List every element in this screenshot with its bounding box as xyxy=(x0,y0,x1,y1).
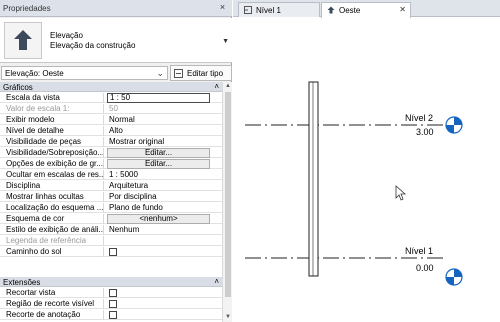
crop-view-checkbox[interactable] xyxy=(109,289,117,297)
elevation-marker-icon xyxy=(4,22,42,59)
color-scheme-button[interactable]: <nenhum> xyxy=(107,214,210,224)
property-name: Opções de exibição de gr... xyxy=(0,159,104,169)
vg-overrides-edit-button[interactable]: Editar... xyxy=(107,148,210,158)
property-name: Visibilidade/Sobreposição... xyxy=(0,148,104,158)
section-graphics[interactable]: Gráficos ˄ xyxy=(0,82,222,92)
property-row[interactable]: Esquema de cor <nenhum> xyxy=(0,214,222,224)
property-name: Visibilidade de peças xyxy=(0,137,104,147)
level-2-head-icon[interactable] xyxy=(445,116,463,134)
properties-title: Propriedades xyxy=(3,4,51,13)
tab-oeste[interactable]: Oeste ✕ xyxy=(321,2,411,18)
collapse-icon[interactable]: ˄ xyxy=(214,82,219,91)
crop-region-visible-checkbox[interactable] xyxy=(109,300,117,308)
edit-type-button[interactable]: Editar tipo xyxy=(170,65,232,81)
close-icon[interactable]: × xyxy=(217,2,228,13)
edit-type-icon xyxy=(174,69,183,78)
floor-plan-icon xyxy=(244,6,252,14)
type-name: Elevação da construção xyxy=(50,41,136,50)
section-extents[interactable]: Extensões ˄ xyxy=(0,277,222,287)
property-row[interactable]: Estilo de exibição de análi... Nenhum xyxy=(0,225,222,235)
property-row[interactable]: Visibilidade/Sobreposição... Editar... xyxy=(0,148,222,158)
property-name: Estilo de exibição de análi... xyxy=(0,225,104,235)
level-1-head-icon[interactable] xyxy=(445,268,463,286)
property-value[interactable]: Normal xyxy=(107,115,222,125)
property-name: Região de recorte visível xyxy=(0,299,104,309)
property-row[interactable]: Região de recorte visível xyxy=(0,299,222,309)
property-row: Valor de escala 1: 50 xyxy=(0,104,222,114)
tab-level-1[interactable]: Nível 1 xyxy=(238,2,320,17)
property-name: Recorte de anotação xyxy=(0,310,104,320)
level-1-elevation[interactable]: 0.00 xyxy=(416,263,434,273)
properties-palette: Propriedades × Elevação Elevação da cons… xyxy=(0,0,232,322)
elevation-view-icon xyxy=(327,6,335,14)
property-row[interactable]: Exibir modelo Normal xyxy=(0,115,222,125)
property-value[interactable]: Arquitetura xyxy=(107,181,222,191)
property-name: Valor de escala 1: xyxy=(0,104,104,114)
type-selector[interactable]: Elevação Elevação da construção ▼ xyxy=(0,18,232,63)
type-family: Elevação xyxy=(50,31,83,40)
property-row[interactable]: Recorte de anotação xyxy=(0,310,222,320)
annotation-crop-checkbox[interactable] xyxy=(109,311,117,319)
property-value[interactable]: 1 : 5000 xyxy=(107,170,222,180)
property-row[interactable]: Recortar vista xyxy=(0,288,222,298)
elevation-view-canvas[interactable]: Nível 2 3.00 Nível 1 0.00 xyxy=(233,18,500,322)
chevron-down-icon: ⌄ xyxy=(156,68,164,78)
property-name: Legenda de referência xyxy=(0,236,104,246)
type-dropdown-icon[interactable]: ▼ xyxy=(222,38,229,45)
property-name: Exibir modelo xyxy=(0,115,104,125)
property-name: Esquema de cor xyxy=(0,214,104,224)
scroll-down-icon[interactable]: ▼ xyxy=(225,314,231,320)
properties-grid: Gráficos ˄ Escala da vista 1 : 50 Valor … xyxy=(0,82,222,322)
property-value xyxy=(107,236,222,246)
level-1-name[interactable]: Nível 1 xyxy=(405,246,433,256)
level-2-name[interactable]: Nível 2 xyxy=(405,113,433,123)
property-row: Legenda de referência xyxy=(0,236,222,246)
property-name: Ocultar em escalas de res... xyxy=(0,170,104,180)
close-tab-icon[interactable]: ✕ xyxy=(399,5,406,14)
view-scale-field[interactable]: 1 : 50 xyxy=(107,93,210,103)
property-name: Mostrar linhas ocultas xyxy=(0,192,104,202)
property-name: Recortar vista xyxy=(0,288,104,298)
view-tab-bar: Nível 1 Oeste ✕ xyxy=(233,0,500,18)
properties-scrollbar[interactable]: ▲ ▼ xyxy=(222,82,232,322)
section-label: Extensões xyxy=(3,278,41,287)
property-row[interactable]: Localização do esquema ... Plano de fund… xyxy=(0,203,222,213)
property-row[interactable]: Visibilidade de peças Mostrar original xyxy=(0,137,222,147)
property-row[interactable]: Opções de exibição de gr... Editar... xyxy=(0,159,222,169)
sun-path-checkbox[interactable] xyxy=(109,248,117,256)
tab-label: Oeste xyxy=(339,6,361,15)
level-2-elevation[interactable]: 3.00 xyxy=(416,127,434,137)
properties-title-bar[interactable]: Propriedades × xyxy=(0,0,232,17)
property-name: Nível de detalhe xyxy=(0,126,104,136)
tab-label: Nível 1 xyxy=(256,6,281,15)
instance-filter-label: Elevação: Oeste xyxy=(5,69,64,78)
property-name: Disciplina xyxy=(0,181,104,191)
edit-type-label: Editar tipo xyxy=(187,69,224,78)
property-name: Escala da vista xyxy=(0,93,104,103)
property-name: Caminho do sol xyxy=(0,247,104,257)
property-row[interactable]: Escala da vista 1 : 50 xyxy=(0,93,222,103)
collapse-icon[interactable]: ˄ xyxy=(214,277,219,286)
scroll-up-icon[interactable]: ▲ xyxy=(225,83,231,89)
property-row[interactable]: Caminho do sol xyxy=(0,247,222,257)
property-row[interactable]: Ocultar em escalas de res... 1 : 5000 xyxy=(0,170,222,180)
property-row[interactable]: Disciplina Arquitetura xyxy=(0,181,222,191)
elevation-drawing xyxy=(245,81,463,286)
property-value[interactable]: Por disciplina xyxy=(107,192,222,202)
graphic-display-edit-button[interactable]: Editar... xyxy=(107,159,210,169)
scrollbar-thumb[interactable] xyxy=(225,92,231,297)
property-value[interactable]: Nenhum xyxy=(107,225,222,235)
instance-filter-dropdown[interactable]: Elevação: Oeste ⌄ xyxy=(1,66,168,80)
wall-elevation xyxy=(308,81,319,277)
property-name: Localização do esquema ... xyxy=(0,203,104,213)
property-value[interactable]: Alto xyxy=(107,126,222,136)
property-row[interactable]: Mostrar linhas ocultas Por disciplina xyxy=(0,192,222,202)
property-value[interactable]: Plano de fundo xyxy=(107,203,222,213)
property-value: 50 xyxy=(109,104,118,113)
property-value[interactable]: Mostrar original xyxy=(107,137,222,147)
property-row[interactable]: Nível de detalhe Alto xyxy=(0,126,222,136)
mouse-cursor-icon xyxy=(395,185,407,201)
section-label: Gráficos xyxy=(3,83,33,92)
instance-row: Elevação: Oeste ⌄ Editar tipo xyxy=(0,64,232,82)
